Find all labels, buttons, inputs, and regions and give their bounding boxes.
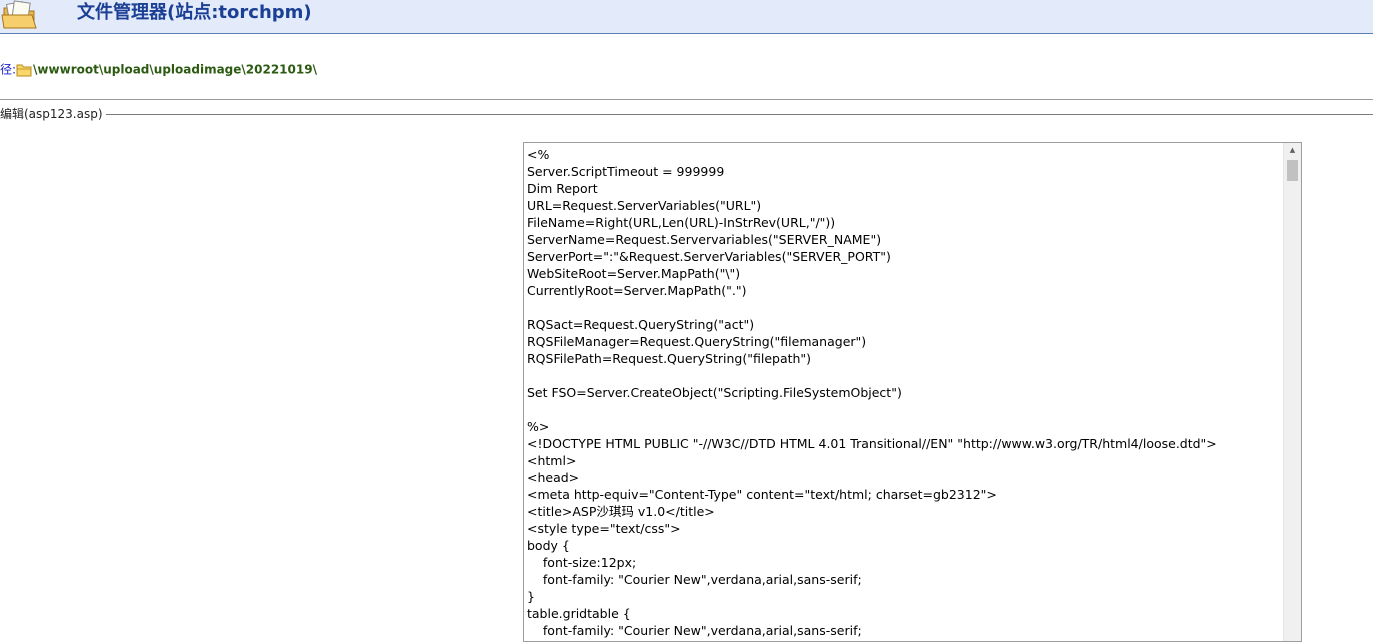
edit-fieldset-border	[0, 114, 1373, 115]
file-content-editor[interactable]: <% Server.ScriptTimeout = 999999 Dim Rep…	[523, 142, 1302, 642]
page-title: 文件管理器(站点:torchpm)	[77, 2, 312, 23]
path-value: \wwwroot\upload\uploadimage\20221019\	[33, 62, 317, 77]
edit-legend: 编辑(asp123.asp)	[0, 107, 106, 122]
scroll-up-arrow-icon[interactable]: ▲	[1284, 143, 1301, 158]
divider	[0, 99, 1373, 100]
editor-scrollbar[interactable]: ▲	[1283, 143, 1301, 641]
header-bar: 文件管理器(站点:torchpm)	[0, 0, 1373, 34]
file-content-text[interactable]: <% Server.ScriptTimeout = 999999 Dim Rep…	[527, 146, 1282, 639]
scroll-thumb[interactable]	[1287, 160, 1298, 181]
file-manager-icon	[0, 0, 40, 30]
folder-icon	[16, 63, 32, 77]
path-label: 径:	[0, 62, 17, 77]
current-path: 径: \wwwroot\upload\uploadimage\20221019\	[0, 60, 317, 78]
